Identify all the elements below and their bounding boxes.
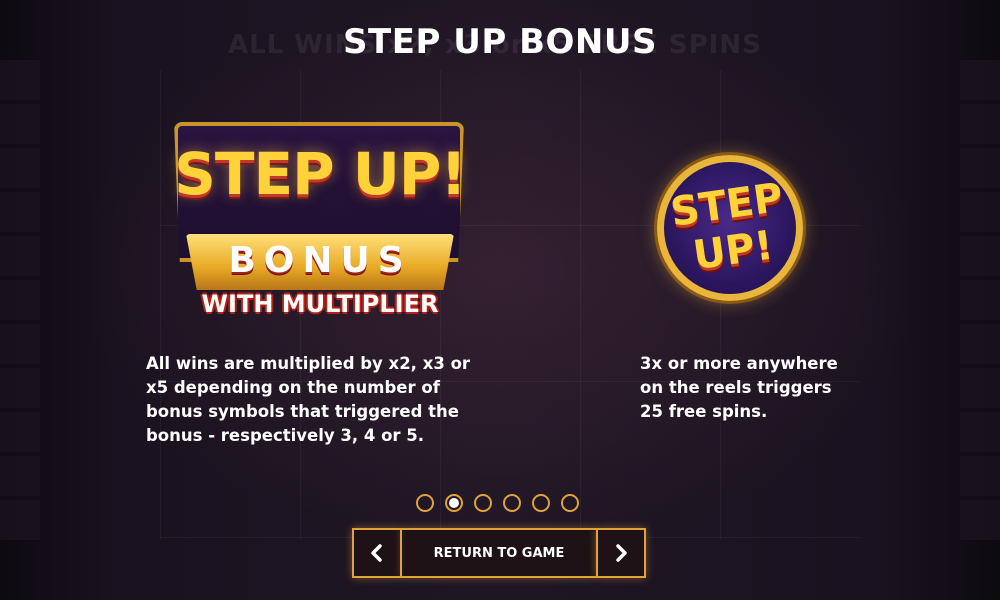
page-dot-2[interactable]	[445, 494, 463, 512]
coin-text: STEP UP!	[667, 174, 786, 280]
step-up-bonus-logo: STEP UP! BONUS WITH MULTIPLIER	[160, 112, 480, 322]
chevron-right-icon	[616, 544, 627, 562]
logo-step-up-text: STEP UP!	[174, 140, 467, 208]
logo-multiplier-text: WITH MULTIPLIER	[201, 290, 439, 318]
page-dot-5[interactable]	[532, 494, 550, 512]
logo-bonus-text: BONUS	[228, 240, 412, 281]
page-title: STEP UP BONUS	[343, 22, 657, 62]
return-to-game-label: RETURN TO GAME	[433, 545, 565, 561]
page-dot-1[interactable]	[416, 494, 434, 512]
pagination-dots	[416, 494, 579, 514]
background-pillar-right	[960, 60, 1000, 540]
step-up-coin-symbol: STEP UP!	[657, 155, 803, 301]
multiplier-description: All wins are multiplied by x2, x3 or x5 …	[146, 354, 471, 445]
return-to-game-button[interactable]: RETURN TO GAME	[402, 528, 596, 578]
page-dot-4[interactable]	[503, 494, 521, 512]
navigation-bar: RETURN TO GAME	[352, 528, 646, 578]
page-dot-6[interactable]	[561, 494, 579, 512]
background-pillar-left	[0, 60, 40, 540]
chevron-left-icon	[371, 544, 382, 562]
page-dot-3[interactable]	[474, 494, 492, 512]
free-spins-description: 3x or more anywhere on the reels trigger…	[640, 354, 838, 421]
next-page-button[interactable]	[596, 528, 646, 578]
previous-page-button[interactable]	[352, 528, 402, 578]
